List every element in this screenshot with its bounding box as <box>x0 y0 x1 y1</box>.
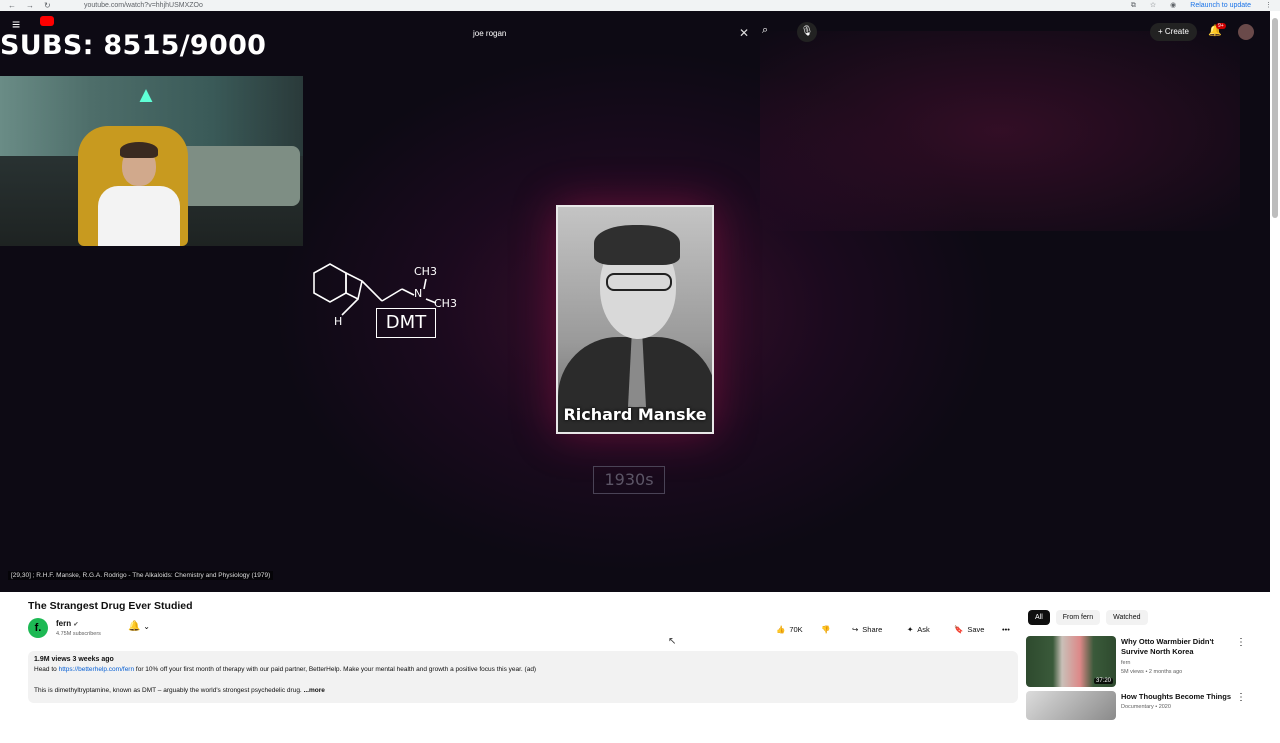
more-vertical-icon[interactable]: ⋮ <box>1236 692 1246 703</box>
year-label: 1930s <box>593 466 665 494</box>
description-link[interactable]: https://betterhelp.com/fern <box>59 666 135 673</box>
video-title: The Strangest Drug Ever Studied <box>28 600 193 612</box>
channel-avatar[interactable]: f. <box>28 618 48 638</box>
subs-counter-overlay: SUBS: 8515/9000 <box>0 30 267 61</box>
create-label: Create <box>1164 27 1189 36</box>
chip-all[interactable]: All <box>1028 610 1050 625</box>
ask-button[interactable]: ✦ Ask <box>907 620 930 638</box>
portrait-image: Richard Manske <box>556 205 714 434</box>
recommendation-channel[interactable]: fern <box>1121 660 1130 666</box>
back-icon[interactable]: ← <box>8 0 16 11</box>
recommendation-item[interactable]: How Thoughts Become Things Documentary •… <box>1026 691 1256 743</box>
recommendation-item[interactable]: 37:20 Why Otto Warmbier Didn't Survive N… <box>1026 636 1256 688</box>
recommendation-title[interactable]: How Thoughts Become Things <box>1121 692 1236 702</box>
recommendation-meta: 5M views • 2 months ago <box>1121 669 1183 675</box>
channel-name-text: fern <box>56 619 72 628</box>
show-more-button[interactable]: ...more <box>304 687 325 694</box>
dislike-button[interactable]: 👎 <box>821 620 830 638</box>
streamer <box>98 142 180 246</box>
browser-menu-icon[interactable]: ⋮ <box>1265 0 1272 11</box>
search-icon[interactable]: ⌕ <box>762 24 768 37</box>
like-count: 70K <box>789 624 803 634</box>
notification-badge: 9+ <box>1216 23 1226 29</box>
description-line-1: Head to https://betterhelp.com/fern for … <box>34 666 536 673</box>
views-and-date: 1.9M views 3 weeks ago <box>34 656 114 663</box>
ask-label: Ask <box>917 624 930 634</box>
subscribed-bell-icon[interactable]: 🔔 ⌄ <box>128 621 150 632</box>
description-text: This is dimethyltryptamine, known as DMT… <box>34 687 302 694</box>
portrait-name: Richard Manske <box>563 405 707 424</box>
description-box[interactable]: 1.9M views 3 weeks ago Head to https://b… <box>28 651 1018 703</box>
bookmark-star-icon[interactable]: ☆ <box>1150 0 1156 11</box>
more-actions-button[interactable]: ••• <box>1002 620 1010 638</box>
youtube-logo[interactable] <box>40 16 54 26</box>
more-vertical-icon[interactable]: ⋮ <box>1236 637 1246 648</box>
browser-actions: ⧉ ☆ ◉ Relaunch to update ⋮ <box>1131 0 1272 11</box>
molecule-group-h: H <box>334 315 342 328</box>
portrait-glasses <box>606 273 672 291</box>
recommendation-thumbnail[interactable] <box>1026 691 1116 720</box>
neon-sign-icon: ▲ <box>135 82 157 107</box>
thumbs-up-icon: 👍 <box>776 624 786 634</box>
forward-icon[interactable]: → <box>26 0 34 11</box>
streamer-shirt <box>98 186 180 246</box>
browser-toolbar: ← → ↻ youtube.com/watch?v=hhjhUSMXZOo ⧉ … <box>0 0 1280 11</box>
portrait-hair <box>594 225 680 265</box>
clear-search-icon[interactable]: ✕ <box>739 26 749 40</box>
save-label: Save <box>967 624 985 634</box>
recommendation-channel: Documentary • 2020 <box>1121 704 1171 710</box>
background-glow <box>760 31 1240 231</box>
molecule-group-n: N <box>414 287 422 300</box>
search-query: joe rogan <box>473 28 507 38</box>
description-suffix: for 10% off your first month of therapy … <box>134 666 537 673</box>
webcam-sofa <box>170 146 300 206</box>
mouse-cursor-icon: ↖ <box>668 636 677 647</box>
subscriber-count: 4.75M subscribers <box>56 631 101 637</box>
share-icon: ↪ <box>852 624 859 634</box>
relaunch-button[interactable]: Relaunch to update <box>1190 0 1251 11</box>
molecule-group-ch3-right: CH3 <box>434 297 457 310</box>
description-prefix: Head to <box>34 666 59 673</box>
chip-from-fern[interactable]: From fern <box>1055 610 1101 625</box>
chip-watched[interactable]: Watched <box>1106 610 1148 625</box>
thumbs-down-icon: 👎 <box>821 624 831 634</box>
streamer-webcam: ▲ <box>0 76 303 246</box>
description-line-2: This is dimethyltryptamine, known as DMT… <box>34 687 325 694</box>
save-button[interactable]: 🔖 Save <box>954 620 984 638</box>
share-button[interactable]: ↪ Share <box>852 620 882 638</box>
citation-caption: [29,30] ; R.H.F. Manske, R.G.A. Rodrigo … <box>8 571 274 580</box>
recommendation-title[interactable]: Why Otto Warmbier Didn't Survive North K… <box>1121 637 1236 657</box>
recommendation-thumbnail[interactable]: 37:20 <box>1026 636 1116 687</box>
search-input[interactable]: joe rogan ✕ <box>465 23 757 43</box>
create-button[interactable]: + Create <box>1150 23 1197 41</box>
bookmark-icon: 🔖 <box>954 624 964 634</box>
dmt-label: DMT <box>376 308 436 338</box>
streamer-hair <box>120 142 158 158</box>
like-button[interactable]: 👍 70K <box>776 620 803 638</box>
share-label: Share <box>862 624 883 634</box>
profile-icon[interactable]: ◉ <box>1170 0 1176 11</box>
sparkle-icon: ✦ <box>907 624 914 634</box>
chevron-down-icon: ⌄ <box>143 622 150 631</box>
verified-icon: ✔ <box>73 622 79 628</box>
address-bar[interactable]: youtube.com/watch?v=hhjhUSMXZOo <box>84 0 203 11</box>
microphone-icon[interactable]: 🎙 <box>797 22 817 42</box>
browser-nav: ← → ↻ <box>0 0 70 11</box>
page-scrollbar[interactable] <box>1272 18 1278 218</box>
more-horizontal-icon: ••• <box>1002 624 1010 634</box>
extension-icon[interactable]: ⧉ <box>1131 0 1136 11</box>
reload-icon[interactable]: ↻ <box>44 0 51 11</box>
channel-name[interactable]: fern ✔ <box>56 619 78 628</box>
video-duration: 37:20 <box>1093 678 1113 684</box>
filter-chips: All From fern Watched <box>1028 610 1148 625</box>
account-avatar[interactable] <box>1238 24 1254 40</box>
molecule-group-ch3-top: CH3 <box>414 265 437 278</box>
